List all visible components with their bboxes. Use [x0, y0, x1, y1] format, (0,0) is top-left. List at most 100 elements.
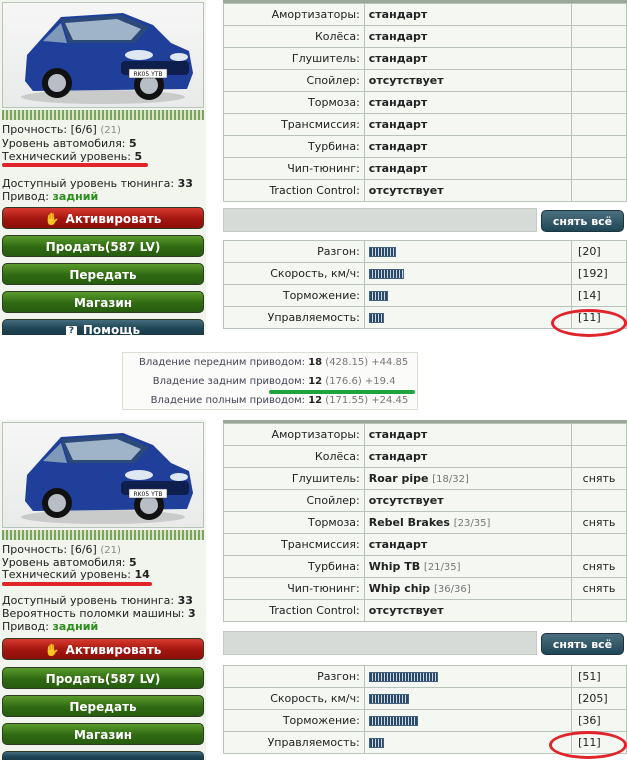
part-label: Турбина: [223, 135, 365, 158]
green-underline-mark [269, 390, 415, 394]
perf-bar-cell [363, 284, 573, 307]
perf-value: [36] [571, 709, 627, 732]
stat-drive: Привод: задний [2, 620, 99, 633]
part-label: Спойлер: [223, 69, 365, 92]
part-row-turbo: Турбина: стандарт [223, 135, 627, 158]
part-condition: [23/35] [453, 518, 491, 529]
part-remove-action[interactable]: снять [571, 467, 627, 490]
sell-button[interactable]: Продать(587 LV) [2, 235, 204, 257]
part-condition: [21/35] [423, 562, 461, 573]
part-value: Whip chip [36/36] [363, 577, 573, 600]
part-remove-action[interactable]: снять [571, 555, 627, 578]
part-value: стандарт [363, 157, 573, 180]
hand-icon: ✋ [44, 643, 60, 657]
part-value: отсутствует [363, 69, 573, 92]
part-label: Глушитель: [223, 467, 365, 490]
red-underline-mark [2, 163, 148, 167]
part-remove-action [571, 533, 627, 556]
installed-parts-bar [223, 631, 537, 655]
perf-label: Управляемость: [223, 731, 365, 754]
part-row-brakes: Тормоза: Rebel Brakes [23/35] снять [223, 511, 627, 534]
part-label: Чип-тюнинг: [223, 157, 365, 180]
part-row-spoiler: Спойлер: отсутствует [223, 489, 627, 512]
part-value: стандарт [363, 25, 573, 48]
car-picture: RK05 YTB [21, 13, 193, 104]
transfer-button[interactable]: Передать [2, 695, 204, 717]
part-row-chip-tuning: Чип-тюнинг: стандарт [223, 157, 627, 180]
garage-panel-before: RK05 YTB Прочность: [6/6] (21) Уровень а… [0, 0, 627, 337]
perf-bar [368, 694, 409, 704]
part-row-transmission: Трансмиссия: стандарт [223, 533, 627, 556]
remove-all-button[interactable]: снять всё [541, 210, 624, 232]
part-value: стандарт [363, 445, 573, 468]
perf-bar-cell [363, 731, 573, 754]
activate-button[interactable]: ✋ Активировать [2, 638, 204, 660]
perf-value: [192] [571, 262, 627, 285]
car-image: RK05 YTB [2, 422, 204, 528]
part-row-shocks: Амортизаторы: стандарт [223, 423, 627, 446]
perf-bar [368, 291, 388, 301]
help-button[interactable]: ? Помощь [2, 319, 204, 335]
part-value: стандарт [363, 423, 573, 446]
perf-bar-cell [363, 262, 573, 285]
part-remove-action [571, 47, 627, 70]
car-info-column: RK05 YTB Прочность: [6/6] (21) Уровень а… [0, 0, 206, 335]
red-circle-mark [549, 731, 627, 759]
part-label: Тормоза: [223, 511, 365, 534]
part-remove-action[interactable]: снять [571, 577, 627, 600]
part-label: Амортизаторы: [223, 423, 365, 446]
part-row-muffler: Глушитель: стандарт [223, 47, 627, 70]
ownership-row: Владение задним приводом: 12 (176.6) +19… [152, 376, 396, 387]
red-circle-mark [551, 309, 627, 337]
perf-label: Разгон: [223, 240, 365, 263]
help-button[interactable] [2, 751, 204, 760]
drive-ownership-popup: Владение передним приводом: 18 (428.15) … [122, 352, 418, 410]
stat-tech-level: Технический уровень: 14 [2, 568, 150, 581]
part-row-shocks: Амортизаторы: стандарт [223, 3, 627, 26]
part-value: стандарт [363, 91, 573, 114]
part-row-traction-control: Traction Control: отсутствует [223, 599, 627, 622]
garage-panel-after: RK05 YTB Прочность: [6/6] (21) Уровень а… [0, 420, 627, 760]
part-remove-action [571, 423, 627, 446]
red-underline-mark [2, 582, 152, 586]
shop-button[interactable]: Магазин [2, 723, 204, 745]
perf-label: Торможение: [223, 284, 365, 307]
perf-value: [14] [571, 284, 627, 307]
perf-bar [368, 672, 438, 682]
perf-row-acceleration: Разгон: [20] [223, 240, 627, 263]
sell-button[interactable]: Продать(587 LV) [2, 667, 204, 689]
shop-button[interactable]: Магазин [2, 291, 204, 313]
part-remove-action [571, 157, 627, 180]
part-condition: [18/32] [432, 474, 469, 485]
perf-row-speed: Скорость, км/ч: [205] [223, 687, 627, 710]
part-value: отсутствует [363, 489, 573, 512]
part-value: отсутствует [363, 599, 573, 622]
stat-tuning-level: Доступный уровень тюнинга: 33 [2, 594, 193, 607]
activate-button[interactable]: ✋ Активировать [2, 207, 204, 229]
part-row-wheels: Колёса: стандарт [223, 25, 627, 48]
parts-table: Амортизаторы: стандарт Колёса: стандарт Гл… [223, 423, 627, 622]
perf-bar [368, 738, 384, 748]
hand-icon: ✋ [44, 212, 60, 226]
part-remove-action [571, 91, 627, 114]
part-row-traction-control: Traction Control: отсутствует [223, 179, 627, 202]
ownership-row: Владение передним приводом: 18 (428.15) … [138, 357, 409, 368]
perf-value: [205] [571, 687, 627, 710]
part-remove-action [571, 179, 627, 202]
ownership-row: Владение полным приводом: 12 (171.55) +2… [150, 395, 409, 406]
part-row-turbo: Турбина: Whip TB [21/35] снять [223, 555, 627, 578]
part-condition: [36/36] [434, 584, 471, 595]
part-value: стандарт [363, 135, 573, 158]
question-icon: ? [65, 326, 77, 335]
transfer-button[interactable]: Передать [2, 263, 204, 285]
remove-all-button[interactable]: снять всё [541, 633, 624, 655]
part-value: стандарт [363, 47, 573, 70]
part-label: Чип-тюнинг: [223, 577, 365, 600]
perf-row-speed: Скорость, км/ч: [192] [223, 262, 627, 285]
part-row-muffler: Глушитель: Roar pipe [18/32] снять [223, 467, 627, 490]
perf-label: Скорость, км/ч: [223, 262, 365, 285]
part-label: Колёса: [223, 25, 365, 48]
perf-row-braking: Торможение: [36] [223, 709, 627, 732]
part-remove-action[interactable]: снять [571, 511, 627, 534]
perf-bar-cell [363, 687, 573, 710]
